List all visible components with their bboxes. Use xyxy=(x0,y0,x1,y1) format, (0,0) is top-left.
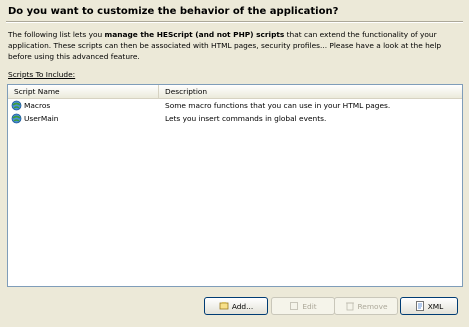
edit-button[interactable]: Edit xyxy=(271,297,335,315)
column-header-script-name[interactable]: Script Name xyxy=(8,85,159,98)
xml-icon xyxy=(415,301,425,311)
script-description: Some macro functions that you can use in… xyxy=(165,101,391,110)
scripts-list[interactable]: Script Name Description Macros Some macr… xyxy=(7,84,463,287)
edit-icon xyxy=(289,301,299,311)
script-icon xyxy=(11,100,22,111)
description-text: The following list lets you manage the H… xyxy=(8,29,464,62)
list-cell-name: UserMain xyxy=(8,113,159,124)
remove-button[interactable]: Remove xyxy=(334,297,398,315)
list-cell-name: Macros xyxy=(8,100,159,111)
add-button-label: Add... xyxy=(231,301,254,311)
column-header-description[interactable]: Description xyxy=(159,85,462,98)
xml-button-label: XML xyxy=(427,301,444,311)
script-description: Lets you insert commands in global event… xyxy=(165,114,327,123)
script-icon xyxy=(11,113,22,124)
button-bar: Add... Edit Remove XML xyxy=(0,297,469,317)
edit-button-label: Edit xyxy=(302,301,317,311)
list-row-usermain[interactable]: UserMain Lets you insert commands in glo… xyxy=(8,112,462,125)
list-row-macros[interactable]: Macros Some macro functions that you can… xyxy=(8,99,462,112)
description-part1: The following list lets you xyxy=(8,30,105,39)
list-header: Script Name Description xyxy=(8,85,462,99)
add-icon xyxy=(219,301,229,311)
scripts-list-label: Scripts To Include: xyxy=(8,70,76,79)
script-name: Macros xyxy=(24,101,51,110)
add-button[interactable]: Add... xyxy=(204,297,268,315)
script-name: UserMain xyxy=(24,114,59,123)
title-divider xyxy=(6,21,463,23)
remove-icon xyxy=(345,301,355,311)
page-title: Do you want to customize the behavior of… xyxy=(8,6,339,17)
description-bold: manage the HEScript (and not PHP) script… xyxy=(104,30,285,39)
remove-button-label: Remove xyxy=(357,301,388,311)
xml-button[interactable]: XML xyxy=(400,297,458,315)
